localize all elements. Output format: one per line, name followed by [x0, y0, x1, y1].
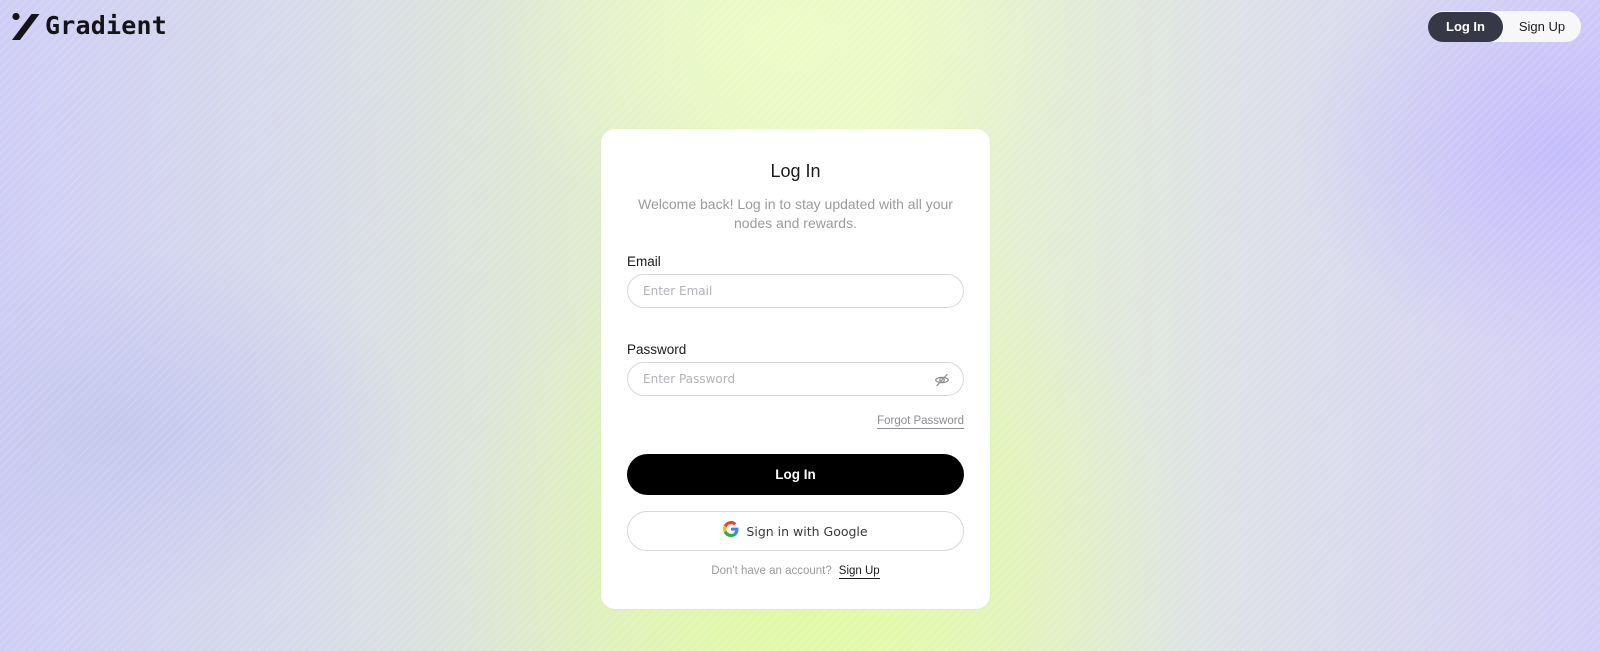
- email-label: Email: [627, 254, 661, 269]
- auth-toggle: Log In Sign Up: [1428, 11, 1581, 42]
- forgot-password-link[interactable]: Forgot Password: [877, 415, 964, 429]
- card-subtitle: Welcome back! Log in to stay updated wit…: [638, 196, 953, 231]
- google-button-label: Sign in with Google: [746, 523, 868, 539]
- no-account-text: Don't have an account?: [711, 565, 832, 577]
- password-label: Password: [627, 342, 687, 357]
- header-login-button[interactable]: Log In: [1428, 11, 1503, 42]
- password-input[interactable]: [643, 363, 923, 395]
- google-icon: [723, 520, 739, 542]
- logo-text: Gradient: [45, 11, 168, 40]
- login-button[interactable]: Log In: [627, 454, 964, 495]
- email-input[interactable]: [643, 275, 923, 307]
- email-field-wrapper: [627, 274, 964, 308]
- gradient-logo-icon: [12, 12, 40, 40]
- gradient-logo[interactable]: Gradient: [10, 11, 167, 41]
- header-signup-button[interactable]: Sign Up: [1503, 12, 1581, 42]
- login-card: Log In Welcome back! Log in to stay upda…: [601, 129, 990, 609]
- password-field-wrapper: [627, 362, 964, 396]
- eye-off-icon[interactable]: [934, 372, 950, 388]
- signup-prompt: Don't have an account? Sign Up: [601, 565, 990, 579]
- google-signin-button[interactable]: Sign in with Google: [627, 511, 964, 551]
- signup-link[interactable]: Sign Up: [838, 565, 880, 579]
- card-title: Log In: [770, 161, 821, 181]
